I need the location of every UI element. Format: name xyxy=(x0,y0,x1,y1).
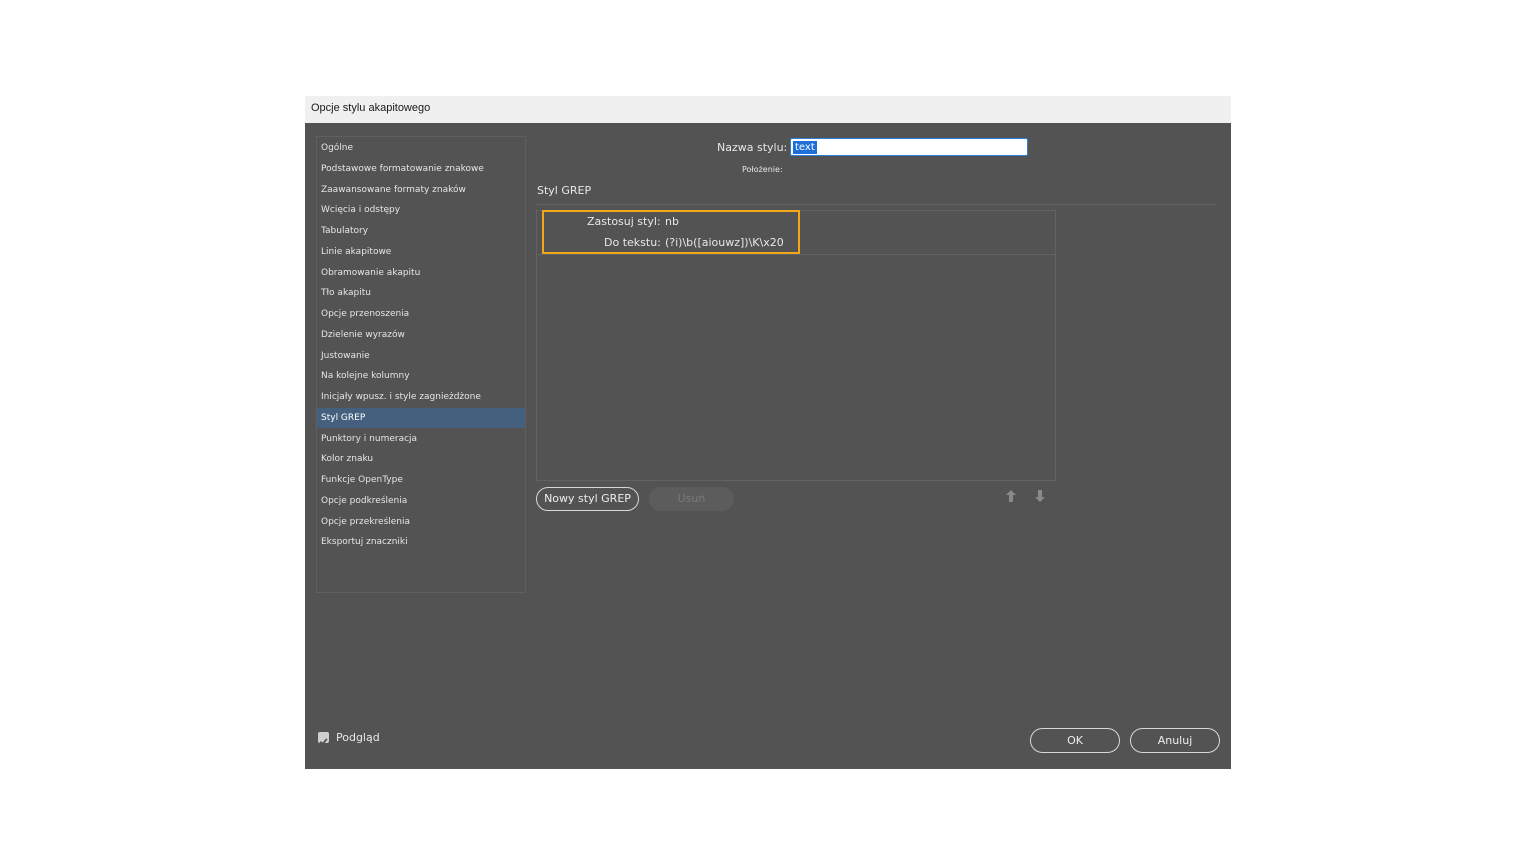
sidebar-item-drop-caps-nested[interactable]: Inicjały wpusz. i style zagnieżdżone xyxy=(317,387,525,407)
style-name-input[interactable]: text xyxy=(790,138,1028,156)
new-grep-style-button[interactable]: Nowy styl GREP xyxy=(536,487,639,511)
dialog-title: Opcje stylu akapitowego xyxy=(311,102,431,114)
arrow-down-icon[interactable] xyxy=(1035,490,1045,502)
location-label: Położenie: xyxy=(742,165,783,174)
sidebar-item-keep-options[interactable]: Opcje przenoszenia xyxy=(317,304,525,324)
style-name-label: Nazwa stylu: xyxy=(717,141,788,154)
sidebar-item-general[interactable]: Ogólne xyxy=(317,138,525,158)
sidebar-item-hyphenation[interactable]: Dzielenie wyrazów xyxy=(317,325,525,345)
category-list: Ogólne Podstawowe formatowanie znakowe Z… xyxy=(316,136,526,593)
sidebar-item-export-tagging[interactable]: Eksportuj znaczniki xyxy=(317,532,525,552)
sidebar-item-strikethrough-options[interactable]: Opcje przekreślenia xyxy=(317,512,525,532)
sidebar-item-span-columns[interactable]: Na kolejne kolumny xyxy=(317,366,525,386)
sidebar-item-bullets-numbering[interactable]: Punktory i numeracja xyxy=(317,429,525,449)
sidebar-item-paragraph-rules[interactable]: Linie akapitowe xyxy=(317,242,525,262)
sidebar-item-advanced-char-formats[interactable]: Zaawansowane formaty znaków xyxy=(317,180,525,200)
style-name-value: text xyxy=(793,141,817,154)
checkmark-icon xyxy=(319,738,328,746)
sidebar-item-basic-char-formats[interactable]: Podstawowe formatowanie znakowe xyxy=(317,159,525,179)
title-bar: Opcje stylu akapitowego xyxy=(305,96,1231,123)
cancel-button[interactable]: Anuluj xyxy=(1130,728,1220,753)
sidebar-item-indents-spacing[interactable]: Wcięcia i odstępy xyxy=(317,200,525,220)
dialog-window: Opcje stylu akapitowego Ogólne Podstawow… xyxy=(305,96,1231,769)
preview-label: Podgląd xyxy=(336,731,380,744)
delete-button[interactable]: Usuń xyxy=(649,487,734,511)
arrow-up-icon[interactable] xyxy=(1006,490,1016,502)
preview-checkbox[interactable] xyxy=(318,732,329,746)
sidebar-item-paragraph-shading[interactable]: Tło akapitu xyxy=(317,283,525,303)
sidebar-item-opentype-features[interactable]: Funkcje OpenType xyxy=(317,470,525,490)
sidebar-item-paragraph-border[interactable]: Obramowanie akapitu xyxy=(317,263,525,283)
sidebar-item-character-color[interactable]: Kolor znaku xyxy=(317,449,525,469)
grep-rule-highlight xyxy=(542,210,800,254)
sidebar-item-justification[interactable]: Justowanie xyxy=(317,346,525,366)
section-divider xyxy=(536,204,1216,205)
sidebar-item-underline-options[interactable]: Opcje podkreślenia xyxy=(317,491,525,511)
sidebar-item-grep-style[interactable]: Styl GREP xyxy=(317,408,525,428)
ok-button[interactable]: OK xyxy=(1030,728,1120,753)
sidebar-item-tabs[interactable]: Tabulatory xyxy=(317,221,525,241)
section-title: Styl GREP xyxy=(537,184,592,197)
grep-rule-divider xyxy=(537,254,1055,255)
